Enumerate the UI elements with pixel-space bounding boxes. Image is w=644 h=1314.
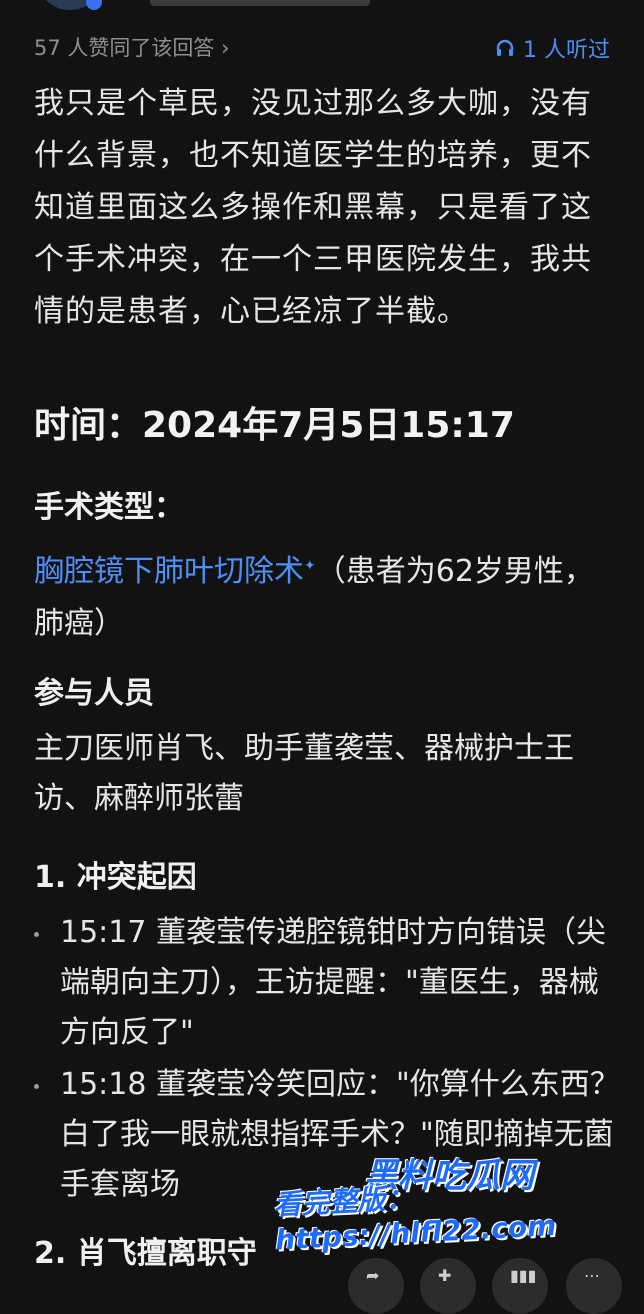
cause-list: 15:17 董袭莹传递腔镜钳时方向错误（尖端朝向主刀），王访提醒："董医生，器械… <box>34 908 624 1212</box>
list-item: 15:17 董袭莹传递腔镜钳时方向错误（尖端朝向主刀），王访提醒："董医生，器械… <box>34 908 624 1058</box>
likes-link[interactable]: 57 人赞同了该回答 › <box>34 32 229 62</box>
leave-heading: 2. 肖飞擅离职守 <box>34 1236 257 1271</box>
add-button[interactable]: ✚ <box>420 1258 476 1314</box>
participants-text: 主刀医师肖飞、助手董袭莹、器械护士王访、麻醉师张蕾 <box>34 731 574 816</box>
answer-meta: 57 人赞同了该回答 › 1 人听过 <box>34 28 614 64</box>
headphones-icon <box>496 39 514 56</box>
surgery-type-text: 胸腔镜下肺叶切除术✦（患者为62岁男性，肺癌） <box>34 540 614 650</box>
surgery-type-heading: 手术类型： <box>34 490 184 525</box>
plus-icon: ✚ <box>438 1266 452 1285</box>
more-button[interactable]: ⋯ <box>566 1258 622 1314</box>
grid-icon: ▮▮▮ <box>510 1266 537 1285</box>
share-icon: ➦ <box>366 1266 380 1285</box>
participants-heading: 参与人员 <box>34 676 154 711</box>
menu-button[interactable]: ▮▮▮ <box>492 1258 548 1314</box>
author-info <box>150 0 370 6</box>
time-heading: 时间：2024年7月5日15:17 <box>34 405 515 446</box>
cause-heading: 1. 冲突起因 <box>34 860 197 895</box>
bullet-icon <box>34 1084 39 1089</box>
more-icon: ⋯ <box>584 1266 600 1285</box>
share-button[interactable]: ➦ <box>348 1258 404 1314</box>
listen-count[interactable]: 1 人听过 <box>495 32 610 64</box>
sparkle-icon: ✦ <box>304 558 316 574</box>
author-bar[interactable] <box>0 0 644 20</box>
list-item-text: 15:17 董袭莹传递腔镜钳时方向错误（尖端朝向主刀），王访提醒："董医生，器械… <box>60 915 606 1050</box>
bullet-icon <box>34 932 39 937</box>
intro-paragraph: 我只是个草民，没见过那么多大咖，没有什么背景，也不知道医学生的培养，更不知道里面… <box>34 86 592 329</box>
listen-label: 1 人听过 <box>523 38 610 63</box>
surgery-link[interactable]: 胸腔镜下肺叶切除术 <box>34 554 304 589</box>
verified-badge-icon <box>86 0 102 10</box>
